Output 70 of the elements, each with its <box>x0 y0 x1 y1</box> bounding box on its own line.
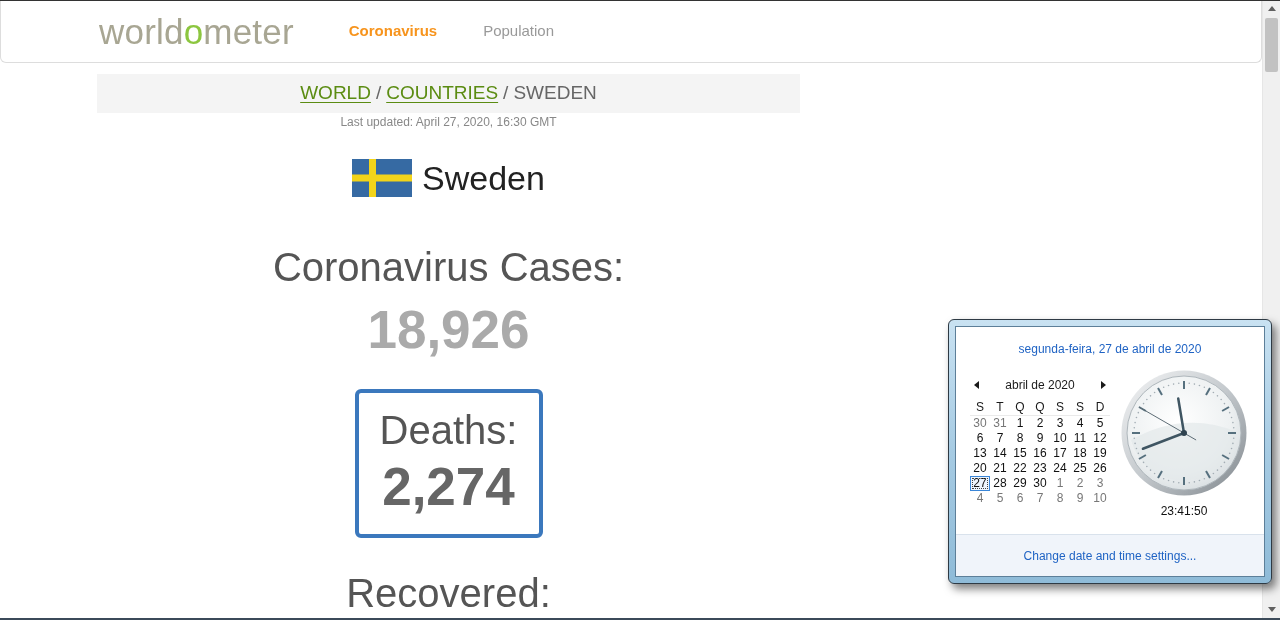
calendar-day[interactable]: 30 <box>1030 476 1050 491</box>
stat-label: Recovered: <box>346 570 551 616</box>
weekday-header: S <box>1055 400 1065 415</box>
calendar-day[interactable]: 19 <box>1090 446 1110 461</box>
calendar-day[interactable]: 10 <box>1050 431 1070 446</box>
calendar-day[interactable]: 1 <box>1050 476 1070 491</box>
calendar-day[interactable]: 13 <box>970 446 990 461</box>
calendar-day[interactable]: 4 <box>1070 416 1090 431</box>
calendar-day[interactable]: 5 <box>990 491 1010 506</box>
calendar-day[interactable]: 7 <box>990 431 1010 446</box>
scrollbar-thumb[interactable] <box>1265 18 1278 72</box>
last-updated-text: Last updated: April 27, 2020, 16:30 GMT <box>340 114 557 130</box>
calendar-day[interactable]: 28 <box>990 476 1010 491</box>
calendar-day[interactable]: 8 <box>1010 431 1030 446</box>
calendar-day[interactable]: 21 <box>990 461 1010 476</box>
calendar-day[interactable]: 10 <box>1090 491 1110 506</box>
calendar-day[interactable]: 26 <box>1090 461 1110 476</box>
full-date-link[interactable]: segunda-feira, 27 de abril de 2020 <box>1018 341 1202 357</box>
weekday-header: Q <box>1014 400 1026 415</box>
weekday-header: Q <box>1034 400 1046 415</box>
calendar-day[interactable]: 20 <box>970 461 990 476</box>
calendar-day[interactable]: 3 <box>1050 416 1070 431</box>
flag-icon <box>352 159 413 197</box>
calendar-day[interactable]: 1 <box>1010 416 1030 431</box>
stat-label: Coronavirus Cases: <box>272 244 625 290</box>
date-settings-link[interactable]: Change date and time settings... <box>1023 547 1197 564</box>
stat-label: Deaths: <box>379 407 518 453</box>
previous-month-arrow-icon[interactable] <box>974 381 979 389</box>
weekday-header: D <box>1094 400 1106 415</box>
calendar-day[interactable]: 24 <box>1050 461 1070 476</box>
calendar-day[interactable]: 30 <box>970 416 990 431</box>
calendar-day[interactable]: 6 <box>1010 491 1030 506</box>
calendar-day[interactable]: 25 <box>1070 461 1090 476</box>
calendar-day[interactable]: 14 <box>990 446 1010 461</box>
calendar-day[interactable]: 22 <box>1010 461 1030 476</box>
breadcrumb-separator: / <box>375 81 382 106</box>
calendar-day[interactable]: 17 <box>1050 446 1070 461</box>
clock-time: 23:41:50 <box>1160 503 1208 519</box>
calendar-day[interactable]: 9 <box>1070 491 1090 506</box>
breadcrumb-link[interactable]: WORLD <box>300 79 371 108</box>
calendar-day[interactable]: 18 <box>1070 446 1090 461</box>
calendar-day[interactable]: 2 <box>1030 416 1050 431</box>
breadcrumb-link[interactable]: COUNTRIES <box>386 79 499 108</box>
calendar-day[interactable]: 8 <box>1050 491 1070 506</box>
calendar-day[interactable]: 6 <box>970 431 990 446</box>
next-month-arrow-icon[interactable] <box>1101 381 1106 389</box>
breadcrumb-current: SWEDEN <box>513 81 597 106</box>
country-name: Sweden <box>422 158 545 198</box>
calendar-day[interactable]: 2 <box>1070 476 1090 491</box>
calendar-day[interactable]: 11 <box>1070 431 1090 446</box>
scroll-up-arrow-icon[interactable] <box>1267 6 1276 11</box>
weekday-header: S <box>1075 400 1085 415</box>
calendar-day[interactable]: 4 <box>970 491 990 506</box>
calendar-day[interactable]: 5 <box>1090 416 1110 431</box>
calendar-day[interactable]: 9 <box>1030 431 1050 446</box>
month-title[interactable]: abril de 2020 <box>1005 377 1075 393</box>
calendar-day[interactable]: 3 <box>1090 476 1110 491</box>
stat-value: 2,274 <box>382 457 515 517</box>
calendar-day[interactable]: 12 <box>1090 431 1110 446</box>
weekday-header: T <box>995 400 1005 415</box>
calendar-day[interactable]: 7 <box>1030 491 1050 506</box>
weekday-header: S <box>975 400 985 415</box>
calendar-day[interactable]: 31 <box>990 416 1010 431</box>
breadcrumb-separator: / <box>503 81 509 106</box>
scroll-down-arrow-icon[interactable] <box>1267 607 1276 612</box>
calendar-day[interactable]: 29 <box>1010 476 1030 491</box>
calendar-day[interactable]: 23 <box>1030 461 1050 476</box>
calendar-day[interactable]: 16 <box>1030 446 1050 461</box>
stat-value: 18,926 <box>367 300 530 360</box>
calendar-day[interactable]: 15 <box>1010 446 1030 461</box>
